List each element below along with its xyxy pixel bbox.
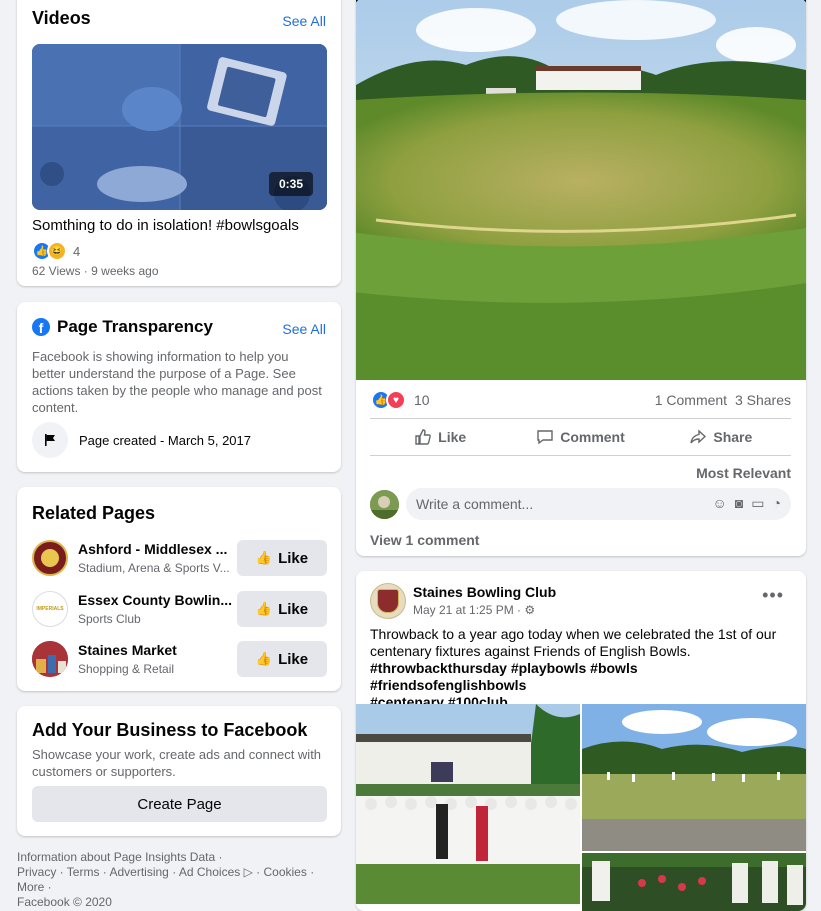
more-link[interactable]: More <box>17 880 44 894</box>
staines-market-logo-icon <box>32 641 68 677</box>
divider <box>370 418 791 419</box>
terms-link[interactable]: Terms <box>67 865 100 879</box>
ashford-logo-icon <box>32 540 68 576</box>
comment-count-link[interactable]: 1 Comment <box>655 392 727 408</box>
comment-icon <box>537 430 553 445</box>
thumbs-up-icon: 👍 <box>255 651 273 666</box>
post-text-line: centenary fixtures against Friends of En… <box>370 643 691 659</box>
comment-input[interactable]: Write a comment... ☺ ◙ ▭ ◔ <box>406 488 791 520</box>
essex-logo-text: IMPERIALS <box>36 606 64 612</box>
related-page-category: Shopping & Retail <box>78 662 175 676</box>
page-transparency-card: f Page Transparency See All Facebook is … <box>17 302 341 472</box>
comment-action-button[interactable]: Comment <box>510 420 650 454</box>
transparency-see-all-link[interactable]: See All <box>282 321 326 337</box>
like-action-label: Like <box>438 429 467 445</box>
related-page-name[interactable]: Essex County Bowlin... <box>78 592 232 608</box>
thumbs-up-icon: 👍 <box>255 550 273 565</box>
post-photo-garden[interactable] <box>582 853 806 911</box>
like-page-button[interactable]: 👍 Like <box>237 641 327 677</box>
add-business-card: Add Your Business to Facebook Showcase y… <box>17 706 341 836</box>
post-options-icon[interactable]: ••• <box>762 585 784 606</box>
post-action-bar: Like Comment Share <box>370 420 791 454</box>
transparency-description: Facebook is showing information to help … <box>32 349 322 415</box>
videos-see-all-link[interactable]: See All <box>282 13 326 29</box>
post-photo-bowling-green[interactable] <box>356 0 806 380</box>
thumbs-up-icon <box>415 429 431 445</box>
related-page-category: Stadium, Arena & Sports V... <box>78 561 230 575</box>
camera-icon[interactable]: ◙ <box>735 495 743 512</box>
essex-county-logo-icon: IMPERIALS <box>32 591 68 627</box>
video-thumbnail[interactable]: 0:35 <box>32 44 327 210</box>
post-card: 👍 ♥ 10 1 Comment 3 Shares Like Comment S… <box>356 0 806 556</box>
video-title[interactable]: Somthing to do in isolation! #bowlsgoals <box>32 217 299 234</box>
most-relevant-filter[interactable]: Most Relevant <box>696 465 791 481</box>
related-pages-title: Related Pages <box>32 503 156 523</box>
divider <box>370 455 791 456</box>
video-reactions[interactable]: 👍 😆 4 <box>32 241 80 261</box>
post-photo-green[interactable] <box>582 704 806 851</box>
share-action-button[interactable]: Share <box>651 420 791 454</box>
page-insights-link[interactable]: Information about Page Insights Data · <box>17 850 222 864</box>
flag-icon <box>32 422 68 458</box>
post-timestamp[interactable]: May 21 at 1:25 PM · ⚙ <box>413 603 535 617</box>
comment-input-placeholder: Write a comment... <box>416 496 534 512</box>
like-button-label: Like <box>278 549 309 567</box>
related-page-category: Sports Club <box>78 612 141 626</box>
share-count-link[interactable]: 3 Shares <box>735 392 791 408</box>
cookies-link[interactable]: Cookies <box>264 865 307 879</box>
related-page-name[interactable]: Staines Market <box>78 642 177 658</box>
post-text-line: Throwback to a year ago today when we ce… <box>370 626 777 642</box>
add-business-description: Showcase your work, create ads and conne… <box>32 747 322 779</box>
view-comments-link[interactable]: View 1 comment <box>370 532 479 548</box>
video-duration-badge: 0:35 <box>268 172 313 196</box>
footer: Information about Page Insights Data · P… <box>17 850 341 910</box>
privacy-globe-icon: ⚙ <box>524 603 536 617</box>
post-author[interactable]: Staines Bowling Club <box>413 584 556 600</box>
like-button-label: Like <box>278 650 309 668</box>
thumbs-up-icon: 👍 <box>255 601 273 616</box>
add-business-title: Add Your Business to Facebook <box>32 720 308 740</box>
page-created-text: Page created - March 5, 2017 <box>79 433 251 448</box>
post-photo-group[interactable] <box>356 704 580 904</box>
like-action-button[interactable]: Like <box>370 420 510 454</box>
video-meta: 62 Views · 9 weeks ago <box>32 264 159 278</box>
post-comment-share-counts: 1 Comment 3 Shares <box>655 392 791 408</box>
post-card: Staines Bowling Club May 21 at 1:25 PM ·… <box>356 571 806 911</box>
video-reaction-count: 4 <box>73 243 81 259</box>
like-page-button[interactable]: 👍 Like <box>237 540 327 576</box>
share-icon <box>690 429 707 444</box>
gif-icon[interactable]: ▭ <box>751 495 764 512</box>
post-hashtags[interactable]: #throwbackthursday #playbowls #bowls #fr… <box>370 660 795 694</box>
videos-card: Videos See All 0:35 Somthing to do in is… <box>17 0 341 286</box>
ad-choices-icon: ▷ <box>243 865 253 879</box>
sticker-icon[interactable]: ◔ <box>773 495 781 512</box>
create-page-button[interactable]: Create Page <box>32 786 327 822</box>
like-page-button[interactable]: 👍 Like <box>237 591 327 627</box>
related-page-item[interactable]: IMPERIALS Essex County Bowlin... Sports … <box>32 590 327 628</box>
post-time: May 21 at 1:25 PM · <box>413 603 522 617</box>
privacy-link[interactable]: Privacy <box>17 865 56 879</box>
post-text: Throwback to a year ago today when we ce… <box>370 626 795 711</box>
like-button-label: Like <box>278 600 309 618</box>
comment-action-label: Comment <box>560 429 625 445</box>
related-page-item[interactable]: Ashford - Middlesex ... Stadium, Arena &… <box>32 539 327 577</box>
emoji-icon[interactable]: ☺ <box>713 495 727 512</box>
commenter-avatar <box>370 490 399 519</box>
copyright: Facebook © 2020 <box>17 895 112 909</box>
post-reactions[interactable]: 👍 ♥ 10 <box>371 390 430 410</box>
videos-title: Videos <box>32 8 91 28</box>
related-page-name[interactable]: Ashford - Middlesex ... <box>78 541 227 557</box>
ad-choices-link[interactable]: Ad Choices <box>179 865 240 879</box>
haha-reaction-icon: 😆 <box>47 241 67 261</box>
share-action-label: Share <box>713 429 753 445</box>
love-reaction-icon: ♥ <box>386 390 406 410</box>
most-relevant-label: Most Relevant <box>696 465 791 481</box>
related-page-item[interactable]: Staines Market Shopping & Retail 👍 Like <box>32 640 327 678</box>
related-pages-card: Related Pages Ashford - Middlesex ... St… <box>17 487 341 691</box>
club-avatar[interactable] <box>370 583 406 619</box>
facebook-logo-icon: f <box>32 318 50 336</box>
advertising-link[interactable]: Advertising <box>109 865 168 879</box>
page-transparency-title: Page Transparency <box>57 317 213 336</box>
post-reaction-count: 10 <box>414 392 430 408</box>
